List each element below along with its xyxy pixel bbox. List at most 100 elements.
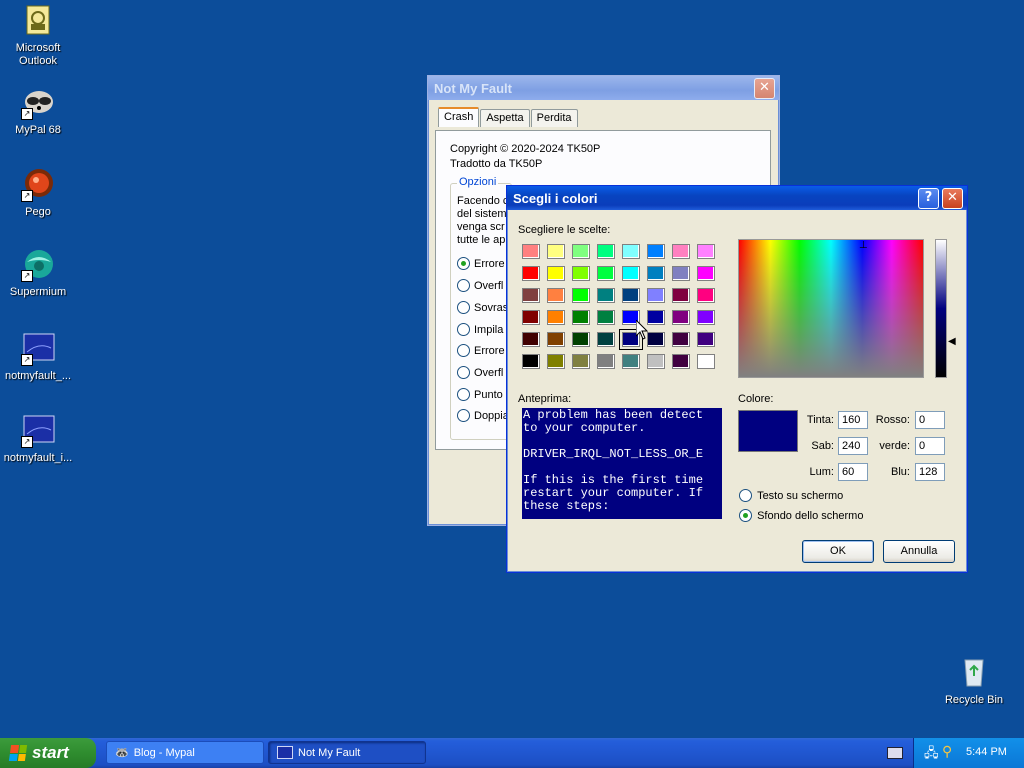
radio-button[interactable] <box>457 279 470 292</box>
color-swatch[interactable] <box>647 266 665 281</box>
color-swatch[interactable] <box>622 354 640 369</box>
help-button[interactable]: ? <box>918 187 939 209</box>
target-screen-text-option[interactable]: Testo su schermo <box>739 489 843 502</box>
radio-button[interactable] <box>457 344 470 357</box>
color-swatch[interactable] <box>647 354 665 369</box>
desktop-icon-recycle-bin[interactable]: Recycle Bin <box>936 656 1012 707</box>
color-swatch[interactable] <box>522 288 540 303</box>
crash-option[interactable]: Punto <box>457 388 503 401</box>
target-screen-background-option[interactable]: Sfondo dello schermo <box>739 509 863 522</box>
desktop-icon-mypal[interactable]: ↗ MyPal 68 <box>0 86 76 137</box>
radio-button[interactable] <box>739 509 752 522</box>
color-swatch[interactable] <box>547 266 565 281</box>
color-swatch[interactable] <box>547 354 565 369</box>
color-swatch[interactable] <box>597 244 615 259</box>
color-swatch[interactable] <box>572 266 590 281</box>
color-swatch[interactable] <box>572 244 590 259</box>
mouse-cursor-icon <box>635 318 649 343</box>
radio-button[interactable] <box>457 323 470 336</box>
color-swatch[interactable] <box>547 310 565 325</box>
taskbar-item-blog-mypal[interactable]: 🦝 Blog - Mypal <box>106 741 264 764</box>
radio-button[interactable] <box>457 388 470 401</box>
tab-aspetta[interactable]: Aspetta <box>480 109 530 127</box>
color-swatch[interactable] <box>522 354 540 369</box>
search-icon[interactable]: ⚲ <box>942 743 952 760</box>
color-swatch[interactable] <box>622 288 640 303</box>
sat-field[interactable]: 240 <box>838 437 868 455</box>
radio-button[interactable] <box>457 366 470 379</box>
desktop-icon-outlook[interactable]: Microsoft Outlook <box>0 4 76 68</box>
crash-option[interactable]: Errore <box>457 257 505 270</box>
color-swatch[interactable] <box>572 332 590 347</box>
color-swatch[interactable] <box>522 244 540 259</box>
color-swatch[interactable] <box>672 244 690 259</box>
crash-option[interactable]: Sovras <box>457 301 508 314</box>
color-swatch[interactable] <box>697 332 715 347</box>
color-swatch[interactable] <box>697 288 715 303</box>
color-swatch[interactable] <box>572 354 590 369</box>
color-swatch[interactable] <box>597 332 615 347</box>
taskbar-item-not-my-fault[interactable]: Not My Fault <box>268 741 426 764</box>
color-swatch[interactable] <box>522 266 540 281</box>
color-swatch[interactable] <box>522 332 540 347</box>
color-swatch[interactable] <box>697 354 715 369</box>
color-picker-dialog[interactable]: Scegli i colori ? ✕ Scegliere le scelte:… <box>506 185 968 573</box>
crash-option[interactable]: Overfl <box>457 279 503 292</box>
radio-button[interactable] <box>457 409 470 422</box>
radio-button[interactable] <box>457 257 470 270</box>
network-icon[interactable]: 🖧 <box>924 744 939 766</box>
color-swatch[interactable] <box>672 288 690 303</box>
crash-option[interactable]: Errore <box>457 344 505 357</box>
desktop-icon-supermium[interactable]: ↗ Supermium <box>0 248 76 299</box>
color-swatch[interactable] <box>647 244 665 259</box>
color-swatch[interactable] <box>672 266 690 281</box>
color-swatch[interactable] <box>572 310 590 325</box>
color-swatch[interactable] <box>647 288 665 303</box>
start-button[interactable]: start <box>0 738 96 768</box>
color-swatch[interactable] <box>597 266 615 281</box>
color-swatch[interactable] <box>672 354 690 369</box>
color-swatch[interactable] <box>672 332 690 347</box>
color-swatch[interactable] <box>597 310 615 325</box>
color-swatch[interactable] <box>697 266 715 281</box>
desktop-icon-notmyfault-i[interactable]: ↗ notmyfault_i... <box>0 414 76 465</box>
close-button[interactable]: ✕ <box>754 77 775 99</box>
color-spectrum[interactable] <box>738 239 924 378</box>
keyboard-icon[interactable] <box>887 747 903 759</box>
luminosity-slider[interactable] <box>935 239 947 378</box>
blue-field[interactable]: 128 <box>915 463 945 481</box>
color-swatch[interactable] <box>522 310 540 325</box>
red-field[interactable]: 0 <box>915 411 945 429</box>
color-swatch[interactable] <box>622 266 640 281</box>
radio-button[interactable] <box>457 301 470 314</box>
cancel-button[interactable]: Annulla <box>883 540 955 563</box>
color-swatch[interactable] <box>647 332 665 347</box>
color-swatch[interactable] <box>622 244 640 259</box>
ok-button[interactable]: OK <box>802 540 874 563</box>
green-field[interactable]: 0 <box>915 437 945 455</box>
color-swatch[interactable] <box>597 354 615 369</box>
color-swatch[interactable] <box>547 288 565 303</box>
color-swatch[interactable] <box>697 244 715 259</box>
title-bar[interactable]: Not My Fault ✕ <box>428 76 779 100</box>
desktop-icon-pego[interactable]: ↗ Pego <box>0 168 76 219</box>
lum-field[interactable]: 60 <box>838 463 868 481</box>
crash-option[interactable]: Impila <box>457 323 503 336</box>
color-swatch[interactable] <box>647 310 665 325</box>
luminosity-arrow-icon[interactable]: ◀ <box>948 336 956 347</box>
hue-field[interactable]: 160 <box>838 411 868 429</box>
color-swatch[interactable] <box>597 288 615 303</box>
close-button[interactable]: ✕ <box>942 187 963 209</box>
title-bar[interactable]: Scegli i colori ? ✕ <box>507 186 967 210</box>
desktop-icon-notmyfault[interactable]: ↗ notmyfault_... <box>0 332 76 383</box>
color-swatch[interactable] <box>547 244 565 259</box>
crash-option[interactable]: Overfl <box>457 366 503 379</box>
radio-button[interactable] <box>739 489 752 502</box>
color-swatch[interactable] <box>547 332 565 347</box>
tab-perdita[interactable]: Perdita <box>530 109 578 127</box>
color-swatch[interactable] <box>672 310 690 325</box>
tab-crash[interactable]: Crash <box>438 107 480 127</box>
color-swatch[interactable] <box>697 310 715 325</box>
color-swatch[interactable] <box>572 288 590 303</box>
crash-option[interactable]: Doppia <box>457 409 509 422</box>
